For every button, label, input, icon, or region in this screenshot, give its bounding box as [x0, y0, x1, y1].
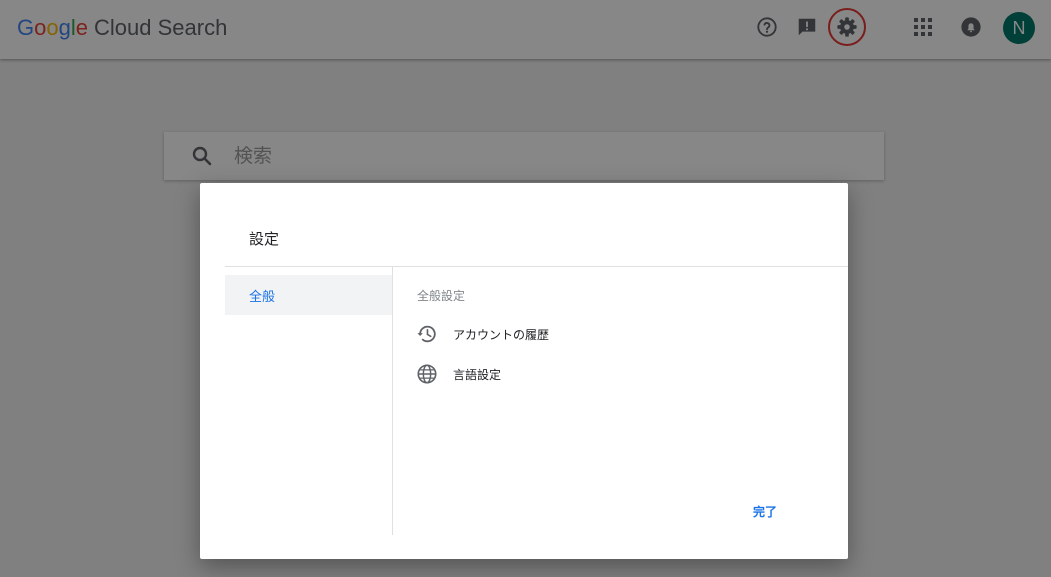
nav-item-general[interactable]: 全般 — [225, 275, 392, 315]
cloud-search-page: Google Cloud Search N 検索 設定 全般 全般設定 アカウン… — [0, 0, 1051, 577]
globe-icon — [417, 364, 437, 384]
account-history-option[interactable]: アカウントの履歴 — [416, 322, 549, 346]
dialog-title: 設定 — [249, 230, 280, 248]
nav-item-label: 全般 — [249, 289, 276, 305]
done-button[interactable]: 完了 — [740, 499, 790, 523]
history-icon — [417, 325, 436, 343]
option-label: アカウントの履歴 — [453, 327, 550, 342]
vertical-divider — [392, 267, 393, 535]
option-label: 言語設定 — [453, 367, 502, 382]
dialog-divider — [225, 266, 848, 267]
settings-dialog: 設定 全般 全般設定 アカウントの履歴 言語設定 完了 — [200, 183, 848, 559]
language-settings-option[interactable]: 言語設定 — [416, 362, 501, 386]
section-title: 全般設定 — [417, 289, 466, 303]
